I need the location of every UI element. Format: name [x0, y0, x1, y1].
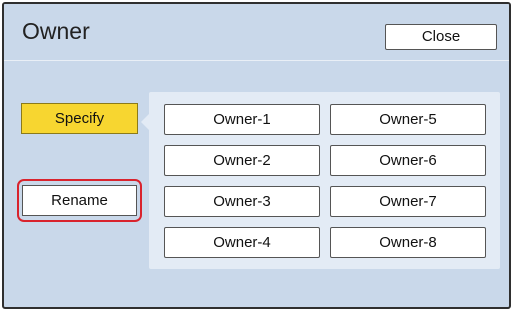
close-button[interactable]: Close — [385, 24, 497, 50]
owner-4-button[interactable]: Owner-4 — [164, 227, 320, 258]
header-divider — [4, 60, 509, 61]
owner-7-button[interactable]: Owner-7 — [330, 186, 486, 217]
rename-button[interactable]: Rename — [22, 185, 137, 216]
panel-pointer — [141, 114, 149, 130]
dialog-title: Owner — [22, 18, 90, 44]
owner-5-button[interactable]: Owner-5 — [330, 104, 486, 135]
owner-1-button[interactable]: Owner-1 — [164, 104, 320, 135]
owner-6-button[interactable]: Owner-6 — [330, 145, 486, 176]
owner-3-button[interactable]: Owner-3 — [164, 186, 320, 217]
dialog-header: Owner Close — [4, 4, 509, 59]
specify-button[interactable]: Specify — [21, 103, 138, 134]
owner-8-button[interactable]: Owner-8 — [330, 227, 486, 258]
owner-2-button[interactable]: Owner-2 — [164, 145, 320, 176]
